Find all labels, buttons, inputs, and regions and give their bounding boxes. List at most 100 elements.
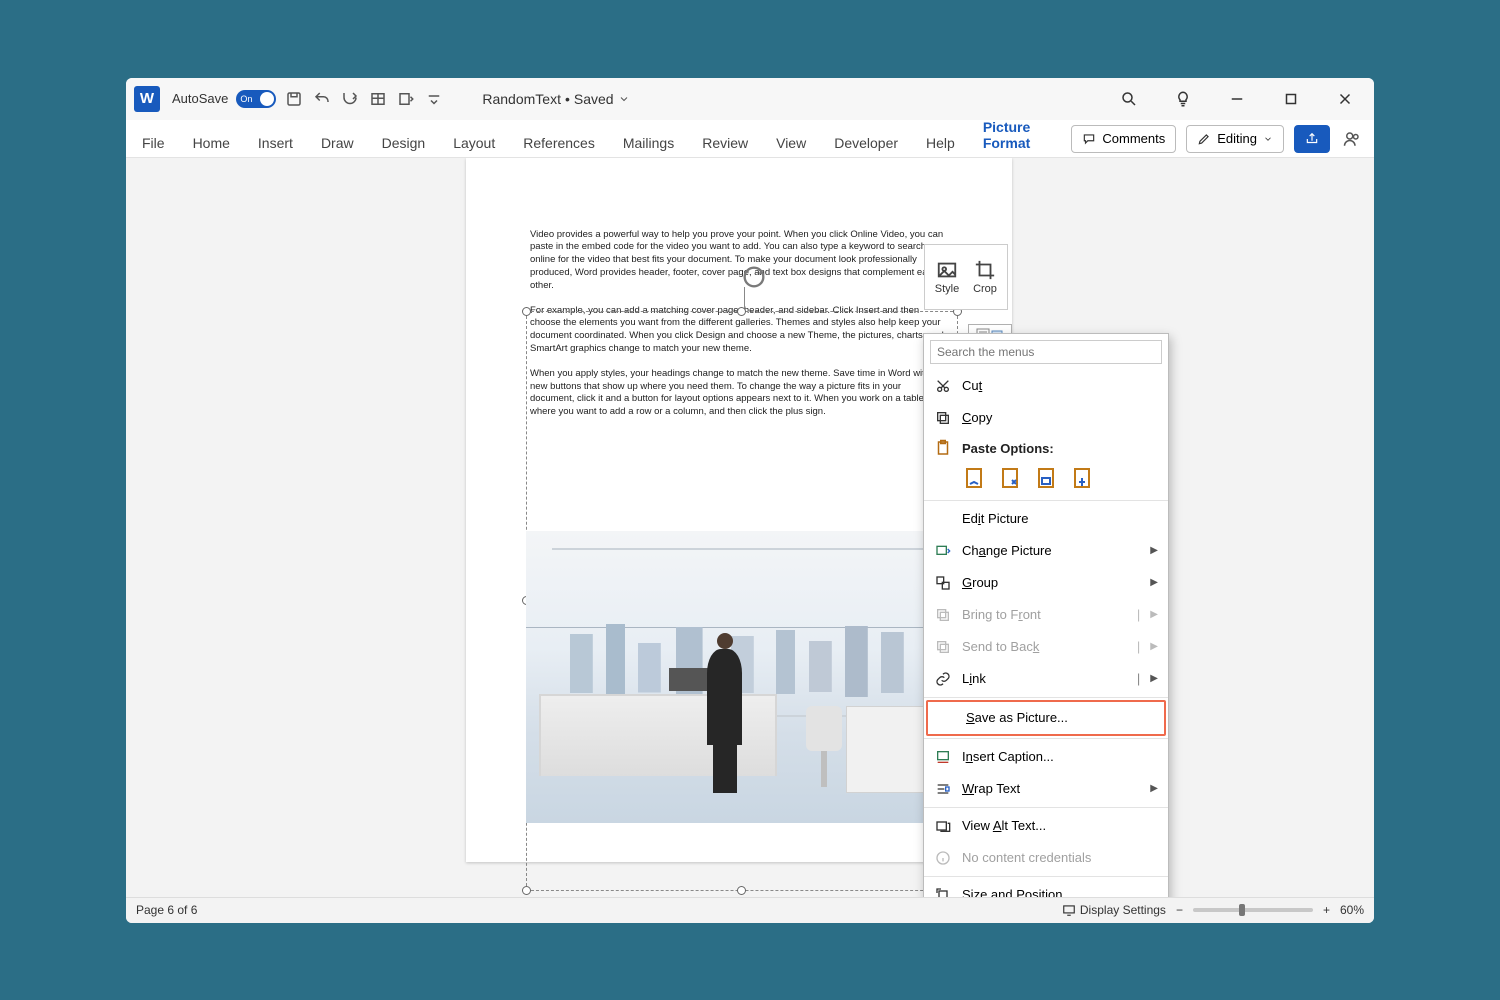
menu-view-alt-text[interactable]: View Alt Text... bbox=[924, 810, 1168, 842]
menu-link[interactable]: Link |▶ bbox=[924, 663, 1168, 695]
submenu-arrow-icon: ▶ bbox=[1150, 545, 1158, 556]
send-back-icon bbox=[934, 638, 952, 656]
menu-search-input[interactable] bbox=[930, 340, 1162, 364]
menu-save-as-picture[interactable]: Save as Picture... bbox=[928, 702, 1164, 734]
paste-merge-icon[interactable] bbox=[998, 466, 1022, 490]
group-icon bbox=[934, 574, 952, 592]
chevron-down-icon bbox=[1263, 134, 1273, 144]
tab-view[interactable]: View bbox=[772, 129, 810, 157]
menu-edit-picture[interactable]: Edit Picture bbox=[924, 503, 1168, 535]
crop-icon bbox=[974, 259, 996, 281]
comment-icon bbox=[1082, 132, 1096, 146]
save-icon[interactable] bbox=[284, 89, 304, 109]
wrap-text-icon bbox=[934, 780, 952, 798]
page-indicator[interactable]: Page 6 of 6 bbox=[136, 903, 197, 917]
paste-keep-source-icon[interactable] bbox=[962, 466, 986, 490]
autosave-state: On bbox=[240, 94, 252, 104]
table-icon[interactable] bbox=[368, 89, 388, 109]
zoom-level[interactable]: 60% bbox=[1340, 903, 1364, 917]
paste-options-row bbox=[924, 462, 1168, 498]
save-as-picture-label: Save as Picture... bbox=[966, 710, 1154, 725]
share-button[interactable] bbox=[1294, 125, 1330, 153]
zoom-slider[interactable] bbox=[1193, 908, 1313, 912]
wrap-text-label: Wrap Text bbox=[962, 781, 1140, 796]
tab-insert[interactable]: Insert bbox=[254, 129, 297, 157]
link-icon bbox=[934, 670, 952, 688]
paste-text-only-icon[interactable] bbox=[1070, 466, 1094, 490]
paste-picture-icon[interactable] bbox=[1034, 466, 1058, 490]
menu-bring-to-front: Bring to Front |▶ bbox=[924, 599, 1168, 631]
doc-name: RandomText bbox=[482, 91, 561, 107]
editing-label: Editing bbox=[1217, 131, 1257, 146]
status-bar: Page 6 of 6 Display Settings − + 60% bbox=[126, 897, 1374, 923]
menu-no-credentials: No content credentials bbox=[924, 842, 1168, 874]
document-title[interactable]: RandomText • Saved bbox=[482, 91, 629, 107]
tab-review[interactable]: Review bbox=[698, 129, 752, 157]
editing-mode-button[interactable]: Editing bbox=[1186, 125, 1284, 153]
search-icon[interactable] bbox=[1120, 90, 1138, 108]
menu-send-to-back: Send to Back |▶ bbox=[924, 631, 1168, 663]
doc-status: Saved bbox=[574, 91, 614, 107]
bring-front-label: Bring to Front bbox=[962, 607, 1127, 622]
no-credentials-label: No content credentials bbox=[962, 850, 1158, 865]
autosave-label: AutoSave bbox=[172, 91, 228, 106]
paste-options-header: Paste Options: bbox=[924, 434, 1168, 462]
close-button[interactable] bbox=[1336, 90, 1354, 108]
group-label: Group bbox=[962, 575, 1140, 590]
tab-picture-format[interactable]: Picture Format bbox=[979, 113, 1052, 157]
crop-button[interactable]: Crop bbox=[967, 249, 1003, 305]
tab-home[interactable]: Home bbox=[189, 129, 234, 157]
submenu-arrow-icon: ▶ bbox=[1150, 641, 1158, 652]
menu-group[interactable]: Group ▶ bbox=[924, 567, 1168, 599]
crop-label: Crop bbox=[973, 283, 997, 295]
edit-picture-label: Edit Picture bbox=[962, 511, 1158, 526]
chevron-down-icon bbox=[618, 93, 630, 105]
display-settings-button[interactable]: Display Settings bbox=[1062, 903, 1166, 917]
send-back-label: Send to Back bbox=[962, 639, 1127, 654]
lightbulb-icon[interactable] bbox=[1174, 90, 1192, 108]
bring-front-icon bbox=[934, 606, 952, 624]
embedded-picture[interactable] bbox=[526, 531, 958, 823]
customize-qat-icon[interactable] bbox=[424, 89, 444, 109]
alt-text-icon bbox=[934, 817, 952, 835]
style-label: Style bbox=[935, 283, 959, 295]
comments-button[interactable]: Comments bbox=[1071, 125, 1176, 153]
tab-design[interactable]: Design bbox=[378, 129, 430, 157]
caption-icon bbox=[934, 748, 952, 766]
menu-change-picture[interactable]: Change Picture ▶ bbox=[924, 535, 1168, 567]
change-picture-label: Change Picture bbox=[962, 543, 1140, 558]
word-logo-icon: W bbox=[134, 86, 160, 112]
tab-developer[interactable]: Developer bbox=[830, 129, 902, 157]
menu-cut[interactable]: Cut bbox=[924, 370, 1168, 402]
tab-mailings[interactable]: Mailings bbox=[619, 129, 678, 157]
autosave-toggle[interactable]: On bbox=[236, 90, 276, 108]
undo-icon[interactable] bbox=[312, 89, 332, 109]
picture-style-icon bbox=[936, 259, 958, 281]
comments-label: Comments bbox=[1102, 131, 1165, 146]
maximize-button[interactable] bbox=[1282, 90, 1300, 108]
minimize-button[interactable] bbox=[1228, 90, 1246, 108]
menu-insert-caption[interactable]: Insert Caption... bbox=[924, 741, 1168, 773]
menu-wrap-text[interactable]: Wrap Text ▶ bbox=[924, 773, 1168, 805]
tab-file[interactable]: File bbox=[138, 129, 169, 157]
document-canvas[interactable]: Video provides a powerful way to help yo… bbox=[126, 158, 1374, 897]
zoom-in-button[interactable]: + bbox=[1323, 903, 1330, 917]
share-icon bbox=[1305, 132, 1319, 146]
menu-copy[interactable]: Copy bbox=[924, 402, 1168, 434]
paste-icon bbox=[934, 439, 952, 457]
tab-draw[interactable]: Draw bbox=[317, 129, 358, 157]
menu-size-position[interactable]: Size and Position... bbox=[924, 879, 1168, 897]
paragraph-icon[interactable] bbox=[396, 89, 416, 109]
zoom-out-button[interactable]: − bbox=[1176, 903, 1183, 917]
menu-search[interactable] bbox=[930, 340, 1162, 364]
style-button[interactable]: Style bbox=[929, 249, 965, 305]
pencil-icon bbox=[1197, 132, 1211, 146]
tab-references[interactable]: References bbox=[519, 129, 599, 157]
tab-help[interactable]: Help bbox=[922, 129, 959, 157]
submenu-arrow-icon: ▶ bbox=[1150, 783, 1158, 794]
redo-icon[interactable] bbox=[340, 89, 360, 109]
tab-layout[interactable]: Layout bbox=[449, 129, 499, 157]
link-label: Link bbox=[962, 671, 1127, 686]
collab-icon[interactable] bbox=[1342, 129, 1362, 149]
insert-caption-label: Insert Caption... bbox=[962, 749, 1158, 764]
